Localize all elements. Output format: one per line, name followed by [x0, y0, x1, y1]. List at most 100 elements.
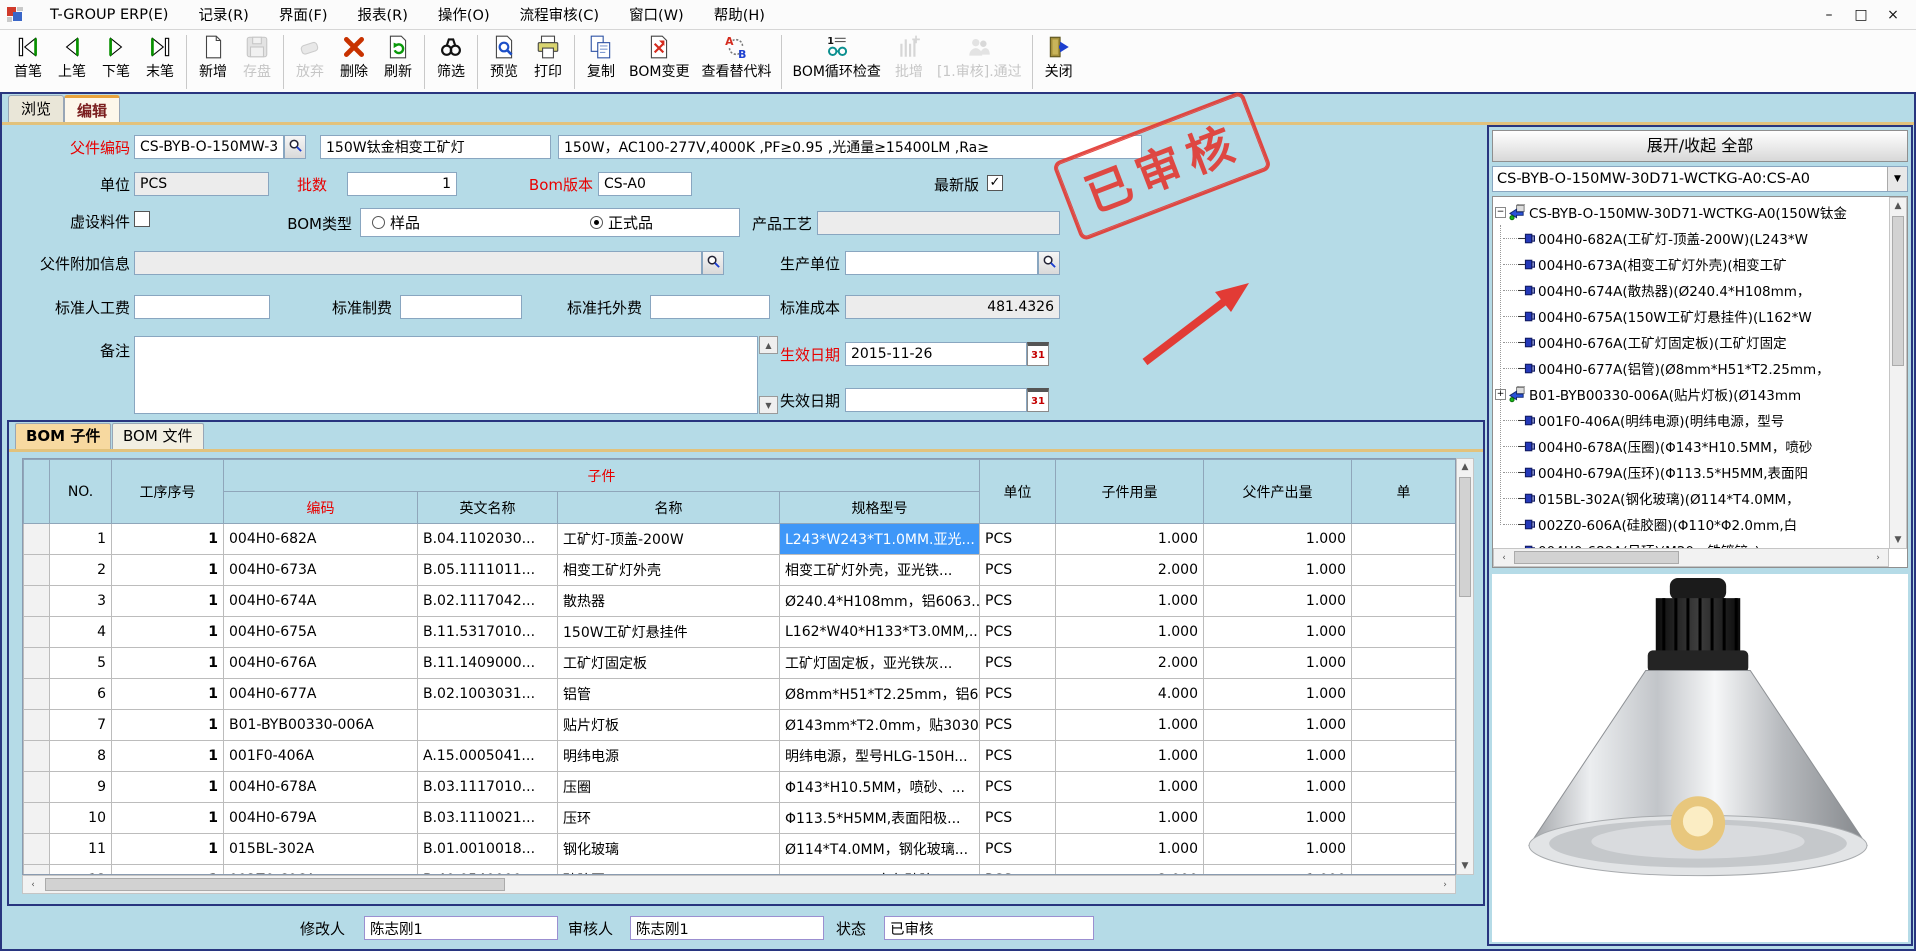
spec-cell[interactable]: Φ110*Φ2.0，白色硅胶...: [780, 865, 980, 876]
tree-item[interactable]: 004H0-679A(压环)(Φ113.5*H5MM,表面阳: [1493, 459, 1873, 485]
table-row[interactable]: 51004H0-676AB.11.1409000...工矿灯固定板工矿灯固定板，…: [24, 648, 1456, 679]
table-row[interactable]: 31004H0-674AB.02.1117042...散热器Ø240.4*H10…: [24, 586, 1456, 617]
table-row[interactable]: 61004H0-677AB.02.1003031...铝管Ø8mm*H51*T2…: [24, 679, 1456, 710]
scroll-down-icon[interactable]: ▼: [1457, 858, 1473, 874]
bom-version-dropdown[interactable]: CS-BYB-O-150MW-30D71-WCTKG-A0:CS-A0 ▼: [1492, 166, 1908, 192]
row-selector[interactable]: [24, 741, 50, 772]
table-row[interactable]: 41004H0-675AB.11.5317010...150W工矿灯悬挂件L16…: [24, 617, 1456, 648]
parent-spec-field[interactable]: 150W，AC100-277V,4000K ,PF≥0.95 ,光通量≥1540…: [558, 135, 1142, 159]
tab-edit[interactable]: 编辑: [64, 95, 120, 122]
table-row[interactable]: 111015BL-302AB.01.0010018...钢化玻璃Ø114*T4.…: [24, 834, 1456, 865]
toolbar-filter-button[interactable]: 筛选: [429, 32, 473, 81]
tree-item[interactable]: 004H0-678A(压圈)(Φ143*H10.5MM，喷砂: [1493, 433, 1873, 459]
toolbar-bom-change-button[interactable]: BOM变更: [623, 32, 695, 81]
tree-item[interactable]: −CS-BYB-O-150MW-30D71-WCTKG-A0(150W钛金: [1493, 199, 1873, 225]
table-row[interactable]: 21004H0-673AB.05.1111011...相变工矿灯外壳相变工矿灯外…: [24, 555, 1456, 586]
toolbar-refresh-button[interactable]: 刷新: [376, 32, 420, 81]
parent-extra-lookup-button[interactable]: [702, 251, 724, 275]
toolbar-copy-button[interactable]: 复制: [579, 32, 623, 81]
spec-cell[interactable]: 明纬电源，型号HLG-150H...: [780, 741, 980, 772]
toolbar-nav-first-button[interactable]: 首笔: [6, 32, 50, 81]
scroll-right-icon[interactable]: ›: [1870, 550, 1886, 566]
table-row[interactable]: 121002Z0-606AB.40.0540000...硅胶圈Φ110*Φ2.0…: [24, 865, 1456, 876]
table-row[interactable]: 11004H0-682AB.04.1102030...工矿灯-顶盖-200WL2…: [24, 524, 1456, 555]
tree-item[interactable]: 004H0-674A(散热器)(Ø240.4*H108mm，: [1493, 277, 1873, 303]
menu-窗口(W)[interactable]: 窗口(W): [615, 0, 698, 29]
toolbar-nav-last-button[interactable]: 末笔: [138, 32, 182, 81]
toolbar-delete-button[interactable]: 删除: [332, 32, 376, 81]
row-selector[interactable]: [24, 648, 50, 679]
row-selector[interactable]: [24, 865, 50, 876]
menu-帮助(H)[interactable]: 帮助(H): [700, 0, 779, 29]
menu-流程审核(C)[interactable]: 流程审核(C): [506, 0, 613, 29]
bom-version-field[interactable]: CS-A0: [598, 172, 692, 196]
expand-icon[interactable]: +: [1495, 389, 1506, 400]
menu-界面(F)[interactable]: 界面(F): [265, 0, 342, 29]
menu-记录(R)[interactable]: 记录(R): [184, 0, 262, 29]
toolbar-print-button[interactable]: 打印: [526, 32, 570, 81]
scrollbar-thumb[interactable]: [1514, 551, 1679, 564]
expire-calendar-button[interactable]: 31: [1027, 388, 1049, 412]
row-selector[interactable]: [24, 710, 50, 741]
row-selector[interactable]: [24, 617, 50, 648]
toolbar-bom-loop-button[interactable]: 1BOM循环检查: [786, 32, 886, 81]
tab-browse[interactable]: 浏览: [8, 95, 64, 122]
spec-cell[interactable]: Φ113.5*H5MM,表面阳极...: [780, 803, 980, 834]
restore-button[interactable]: □: [1848, 4, 1874, 26]
std-labor-field[interactable]: [134, 295, 270, 319]
spec-cell[interactable]: 工矿灯固定板，亚光铁灰...: [780, 648, 980, 679]
menu-操作(O)[interactable]: 操作(O): [424, 0, 504, 29]
parent-code-field[interactable]: CS-BYB-O-150MW-3: [134, 135, 284, 159]
toolbar-nav-next-button[interactable]: 下笔: [94, 32, 138, 81]
tree-item[interactable]: 004H0-673A(相变工矿灯外壳)(相变工矿: [1493, 251, 1873, 277]
latest-version-checkbox[interactable]: ✓: [987, 175, 1003, 191]
chevron-down-icon[interactable]: ▼: [1887, 167, 1907, 191]
tab-bom-children[interactable]: BOM 子件: [15, 423, 111, 449]
table-row[interactable]: 71B01-BYB00330-006A贴片灯板Ø143mm*T2.0mm，贴30…: [24, 710, 1456, 741]
tree-horizontal-scrollbar[interactable]: ‹ ›: [1493, 548, 1889, 567]
spec-cell[interactable]: Ø8mm*H51*T2.25mm，铝6...: [780, 679, 980, 710]
row-selector[interactable]: [24, 555, 50, 586]
spec-cell[interactable]: Φ143*H10.5MM，喷砂、...: [780, 772, 980, 803]
table-vertical-scrollbar[interactable]: ▲ ▼: [1456, 458, 1474, 875]
scroll-up-icon[interactable]: ▲: [1457, 459, 1473, 475]
tree-item[interactable]: 004H0-676A(工矿灯固定板)(工矿灯固定: [1493, 329, 1873, 355]
scrollbar-thumb[interactable]: [1892, 216, 1904, 366]
scrollbar-thumb[interactable]: [45, 878, 505, 891]
toolbar-close-form-button[interactable]: 关闭: [1037, 32, 1081, 81]
menu-T-GROUP ERP(E)[interactable]: T-GROUP ERP(E): [36, 3, 182, 27]
production-unit-field[interactable]: [845, 251, 1038, 275]
remark-field[interactable]: [134, 336, 758, 414]
tree-item[interactable]: 002Z0-606A(硅胶圈)(Φ110*Φ2.0mm,白: [1493, 511, 1873, 537]
scroll-down-icon[interactable]: ▼: [1890, 532, 1906, 548]
tree-item[interactable]: 015BL-302A(钢化玻璃)(Ø114*T4.0MM，: [1493, 485, 1873, 511]
toolbar-new-doc-button[interactable]: 新增: [191, 32, 235, 81]
tab-bom-files[interactable]: BOM 文件: [112, 423, 204, 449]
tree-item[interactable]: 004H0-682A(工矿灯-顶盖-200W)(L243*W: [1493, 225, 1873, 251]
tree-vertical-scrollbar[interactable]: ▲ ▼: [1889, 197, 1907, 549]
minimize-button[interactable]: –: [1816, 4, 1842, 26]
toolbar-nav-prev-button[interactable]: 上笔: [50, 32, 94, 81]
tree-item[interactable]: 004H0-675A(150W工矿灯悬挂件)(L162*W: [1493, 303, 1873, 329]
parent-name-field[interactable]: 150W钛金相变工矿灯: [320, 135, 551, 159]
virtual-part-checkbox[interactable]: [134, 211, 150, 227]
radio-formal[interactable]: 正式品: [590, 212, 653, 233]
effective-date-field[interactable]: 2015-11-26: [845, 342, 1027, 366]
expire-date-field[interactable]: [845, 388, 1027, 412]
spec-cell[interactable]: L243*W243*T1.0MM.亚光...: [780, 524, 980, 555]
table-horizontal-scrollbar[interactable]: ‹ ›: [22, 875, 1456, 894]
close-button[interactable]: ×: [1880, 4, 1906, 26]
scroll-left-icon[interactable]: ‹: [25, 877, 41, 893]
spec-cell[interactable]: Ø143mm*T2.0mm，贴3030...: [780, 710, 980, 741]
spec-cell[interactable]: 相变工矿灯外壳，亚光铁...: [780, 555, 980, 586]
std-outsource-field[interactable]: [650, 295, 770, 319]
table-row[interactable]: 101004H0-679AB.03.1110021...压环Φ113.5*H5M…: [24, 803, 1456, 834]
spec-cell[interactable]: Ø114*T4.0MM，钢化玻璃...: [780, 834, 980, 865]
radio-sample[interactable]: 样品: [372, 212, 420, 233]
effective-calendar-button[interactable]: 31: [1027, 342, 1049, 366]
std-make-field[interactable]: [400, 295, 522, 319]
table-row[interactable]: 81001F0-406AA.15.0005041...明纬电源明纬电源，型号HL…: [24, 741, 1456, 772]
spec-cell[interactable]: L162*W40*H133*T3.0MM,...: [780, 617, 980, 648]
scroll-right-icon[interactable]: ›: [1437, 877, 1453, 893]
row-selector[interactable]: [24, 803, 50, 834]
